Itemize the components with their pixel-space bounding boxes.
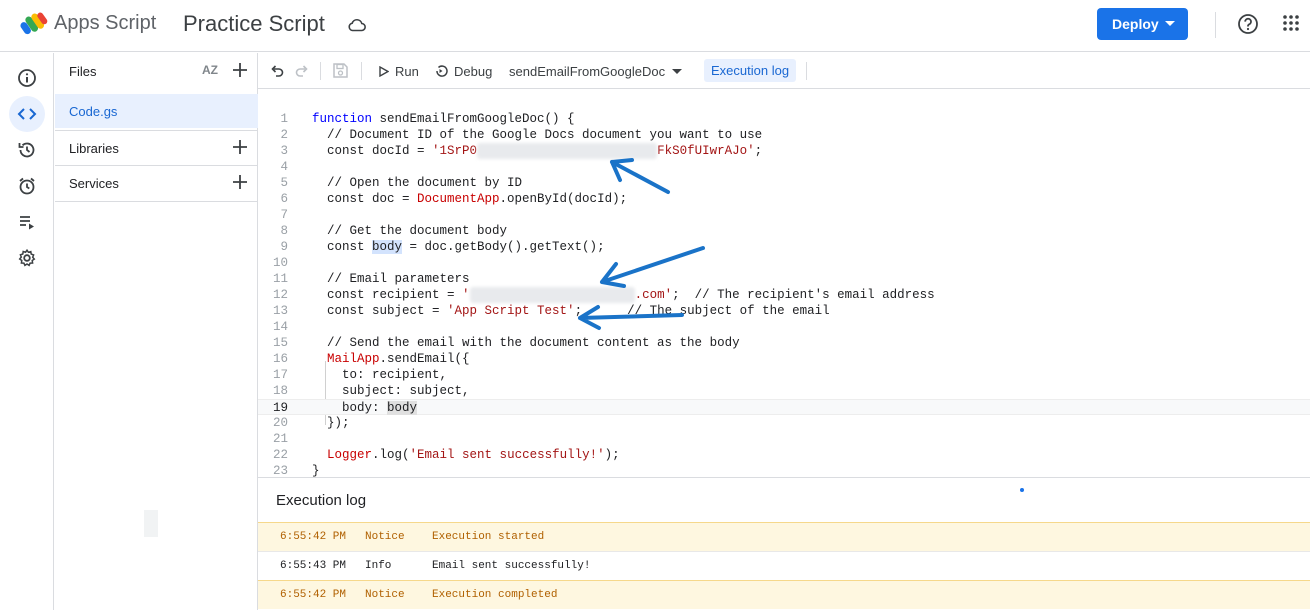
files-header: Files AZ bbox=[55, 54, 258, 88]
project-title[interactable]: Practice Script bbox=[183, 11, 325, 37]
overview-button[interactable] bbox=[9, 60, 45, 96]
triggers-button[interactable] bbox=[9, 168, 45, 204]
info-icon bbox=[18, 69, 36, 87]
code-line: 23} bbox=[272, 464, 320, 477]
execution-log-panel: Execution log 6:55:42 PM Notice Execution … bbox=[258, 477, 1310, 610]
code-line: 8 // Get the document body bbox=[280, 224, 508, 238]
execution-log-toggle[interactable]: Execution log bbox=[704, 59, 797, 82]
code-line: 15 // Send the email with the document c… bbox=[272, 336, 740, 350]
deploy-button[interactable]: Deploy bbox=[1097, 8, 1188, 40]
apps-grid-icon[interactable] bbox=[1282, 14, 1300, 32]
settings-button[interactable] bbox=[9, 240, 45, 276]
play-icon bbox=[379, 65, 389, 77]
add-file-icon[interactable] bbox=[232, 62, 248, 78]
code-line: 4 bbox=[280, 160, 288, 174]
services-row[interactable]: Services bbox=[55, 166, 258, 200]
execution-log-label: Execution log bbox=[711, 63, 790, 78]
execution-log-title: Execution log bbox=[276, 492, 367, 509]
top-bar: Apps Script Practice Script Deploy bbox=[0, 0, 1310, 52]
code-line: 22 Logger.log('Email sent successfully!'… bbox=[272, 448, 620, 462]
divider bbox=[320, 62, 321, 80]
files-panel: Files AZ Code.gs Libraries Services bbox=[55, 53, 258, 610]
panel-resize-ghost bbox=[144, 510, 158, 537]
code-line: 2 // Document ID of the Google Docs docu… bbox=[280, 128, 763, 142]
libraries-label: Libraries bbox=[69, 141, 119, 156]
left-rail bbox=[0, 53, 54, 610]
debug-button[interactable]: Debug bbox=[434, 53, 492, 89]
add-service-icon[interactable] bbox=[232, 174, 248, 190]
cloud-icon bbox=[348, 18, 366, 32]
settings-icon bbox=[18, 248, 36, 267]
file-name: Code.gs bbox=[69, 104, 118, 119]
code-line: 13 const subject = 'App Script Test'; //… bbox=[272, 304, 830, 318]
code-line: 16 MailApp.sendEmail({ bbox=[272, 352, 470, 366]
divider bbox=[361, 62, 362, 80]
alarm-icon bbox=[19, 177, 35, 195]
log-row: 6:55:42 PM Notice Execution completed bbox=[258, 580, 1310, 609]
executions-icon bbox=[20, 216, 34, 230]
loading-dot bbox=[1020, 488, 1024, 492]
code-line: 12 const recipient = 'xxxxxxxxxxxxxxxxxx… bbox=[272, 287, 935, 303]
code-line: 20 }); bbox=[272, 416, 350, 430]
libraries-row[interactable]: Libraries bbox=[55, 131, 258, 165]
save-icon[interactable] bbox=[332, 62, 349, 79]
files-label: Files bbox=[69, 64, 97, 79]
executions-button[interactable] bbox=[9, 204, 45, 240]
current-code-line: 19 body: body bbox=[258, 399, 1310, 415]
redo-icon[interactable] bbox=[295, 64, 309, 78]
log-row: 6:55:42 PM Notice Execution started bbox=[258, 522, 1310, 551]
divider bbox=[55, 201, 258, 202]
code-line: 10 bbox=[272, 256, 288, 270]
log-row: 6:55:43 PM Info Email sent successfully! bbox=[258, 551, 1310, 580]
services-label: Services bbox=[69, 176, 119, 191]
editor-button[interactable] bbox=[9, 96, 45, 132]
code-line: 9 const body = doc.getBody().getText(); bbox=[280, 240, 605, 254]
run-button[interactable]: Run bbox=[379, 53, 419, 89]
code-line: 18 subject: subject, bbox=[272, 384, 470, 398]
file-item-code-gs[interactable]: Code.gs bbox=[55, 94, 258, 128]
history-button[interactable] bbox=[9, 132, 45, 168]
divider bbox=[1215, 12, 1216, 38]
sort-files-button[interactable]: AZ bbox=[202, 63, 218, 77]
editor-toolbar: Run Debug sendEmailFromGoogleDoc Executi… bbox=[258, 53, 1310, 89]
divider bbox=[806, 62, 807, 80]
code-line: 6 const doc = DocumentApp.openById(docId… bbox=[280, 192, 628, 206]
code-line: 5 // Open the document by ID bbox=[280, 176, 523, 190]
code-line: 17 to: recipient, bbox=[272, 368, 448, 382]
run-label: Run bbox=[395, 63, 419, 79]
annotation-arrow bbox=[610, 158, 670, 194]
annotation-arrow bbox=[578, 305, 684, 330]
help-icon[interactable] bbox=[1237, 13, 1259, 35]
history-icon bbox=[18, 142, 35, 158]
function-select-value: sendEmailFromGoogleDoc bbox=[509, 63, 666, 79]
code-line: 11 // Email parameters bbox=[272, 272, 470, 286]
function-select[interactable]: sendEmailFromGoogleDoc bbox=[509, 53, 683, 89]
deploy-label: Deploy bbox=[1112, 16, 1159, 32]
debug-icon bbox=[436, 65, 448, 77]
annotation-arrow bbox=[600, 246, 705, 288]
app-name: Apps Script bbox=[54, 12, 157, 34]
add-library-icon[interactable] bbox=[232, 139, 248, 155]
code-icon bbox=[17, 108, 37, 120]
code-line: 21 bbox=[272, 432, 288, 446]
apps-script-logo[interactable] bbox=[20, 12, 48, 36]
dropdown-icon bbox=[672, 68, 683, 74]
debug-label: Debug bbox=[454, 63, 493, 79]
code-line: 7 bbox=[280, 208, 288, 222]
chevron-down-icon[interactable] bbox=[1165, 21, 1175, 26]
code-editor[interactable]: 1 function sendEmailFromGoogleDoc() { 2 /… bbox=[258, 90, 1310, 477]
code-line: 14 bbox=[272, 320, 288, 334]
code-line: 3 const docId = '1SrP0xxxxxxxxxxxxxxxxxx… bbox=[280, 143, 763, 159]
undo-icon[interactable] bbox=[270, 64, 284, 78]
code-line: 1 function sendEmailFromGoogleDoc() { bbox=[280, 112, 575, 126]
